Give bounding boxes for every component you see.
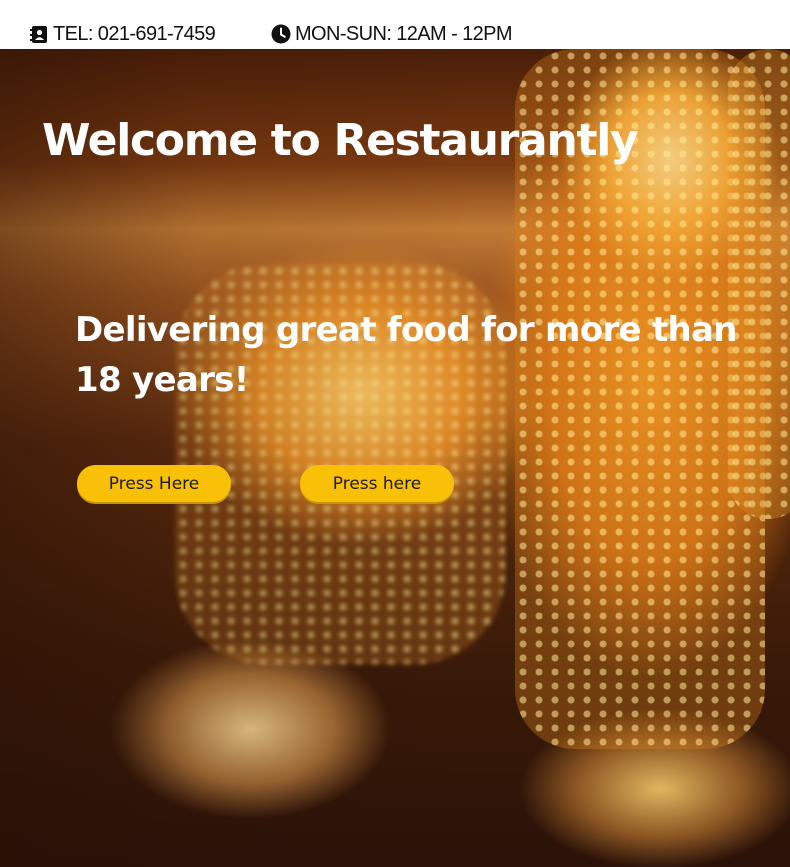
opening-hours: MON-SUN: 12AM - 12PM (271, 22, 513, 46)
hero-overlay (0, 49, 790, 867)
hero-title: Welcome to Restaurantly (42, 115, 639, 166)
hours-text: MON-SUN: 12AM - 12PM (295, 23, 513, 45)
top-info-bar: TEL: 021-691-7459 MON-SUN: 12AM - 12PM (0, 0, 790, 49)
press-here-button[interactable]: Press Here (77, 465, 231, 502)
press-here-secondary-button[interactable]: Press here (300, 465, 454, 502)
clock-icon (271, 24, 295, 44)
contact-card-icon (30, 25, 53, 44)
phone-contact: TEL: 021-691-7459 (30, 22, 216, 46)
phone-text: TEL: 021-691-7459 (53, 23, 216, 45)
hero-subtitle: Delivering great food for more than 18 y… (75, 310, 738, 400)
hero-section: Welcome to Restaurantly Delivering great… (0, 49, 790, 867)
